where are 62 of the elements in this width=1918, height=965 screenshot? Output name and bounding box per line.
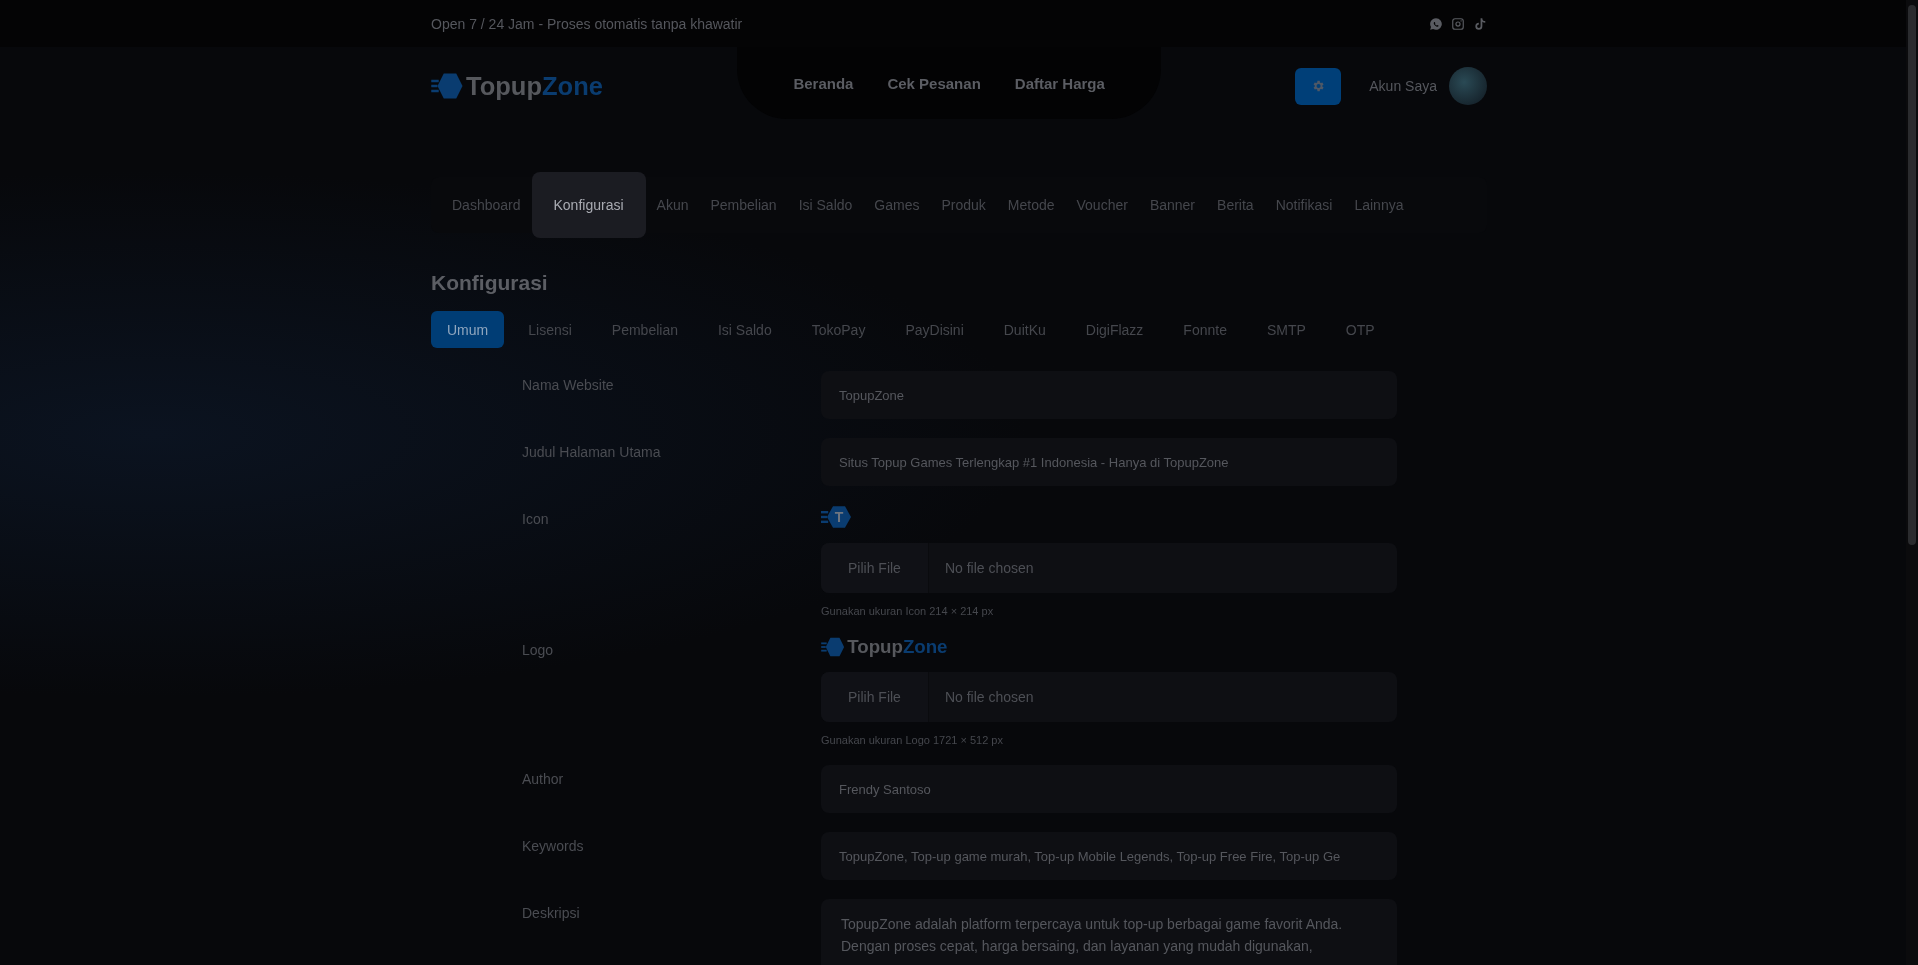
field-label: Deskripsi <box>522 904 581 923</box>
admin-nav-item[interactable]: Dashboard <box>441 197 532 213</box>
size-hint: Gunakan ukuran Logo 1721 × 512 px <box>821 734 1004 746</box>
settings-tab[interactable]: SMTP <box>1250 311 1322 348</box>
admin-nav-item[interactable]: Lainnya <box>1343 197 1415 213</box>
choose-file-button[interactable]: Pilih File <box>821 672 929 722</box>
size-hint: Gunakan ukuran Icon 214 × 214 px <box>821 605 995 617</box>
text-input[interactable]: Frendy Santoso <box>821 765 1397 813</box>
admin-nav-item[interactable]: Isi Saldo <box>787 197 864 213</box>
admin-nav-item[interactable]: Metode <box>996 197 1066 213</box>
topbar-text: Open 7 / 24 Jam - Proses otomatis tanpa khawatir <box>431 15 743 32</box>
file-input[interactable]: Pilih File No file chosen <box>821 543 1397 593</box>
admin-nav-item[interactable]: Notifikasi <box>1264 197 1344 213</box>
text-input[interactable]: TopupZone <box>821 371 1397 419</box>
admin-nav-item[interactable]: Banner <box>1138 197 1207 213</box>
field-label: Nama Website <box>522 376 615 395</box>
settings-tab[interactable]: Pembelian <box>595 311 694 348</box>
admin-nav-item[interactable]: Akun <box>645 197 700 213</box>
settings-tab[interactable]: Isi Saldo <box>702 311 788 348</box>
page-title: Konfigurasi <box>431 271 549 295</box>
file-input[interactable]: Pilih File No file chosen <box>821 672 1397 722</box>
admin-nav-item[interactable]: Produk <box>930 197 997 213</box>
settings-icon <box>1311 79 1326 93</box>
admin-nav-item[interactable]: Voucher <box>1065 197 1139 213</box>
icon-preview: T <box>821 505 853 529</box>
settings-tab[interactable]: Umum <box>431 311 505 348</box>
account-link[interactable]: Akun Saya <box>1369 78 1437 94</box>
nav-link[interactable]: Beranda <box>793 74 854 92</box>
field-label: Judul Halaman Utama <box>522 443 662 462</box>
brand-logo: TopupZone <box>466 71 603 101</box>
settings-button[interactable] <box>1295 67 1342 105</box>
field-label: Author <box>522 770 565 789</box>
admin-nav-item[interactable]: Games <box>863 197 931 213</box>
nav-link[interactable]: Daftar Harga <box>1014 74 1105 92</box>
settings-tab[interactable]: Lisensi <box>512 311 588 348</box>
settings-tab[interactable]: TokoPay <box>795 311 882 348</box>
avatar[interactable] <box>1449 67 1487 105</box>
field-label: Icon <box>522 510 550 529</box>
nav-link[interactable]: Cek Pesanan <box>887 74 981 92</box>
scrollbar-thumb[interactable] <box>1908 5 1916 545</box>
music-note-icon[interactable] <box>1473 16 1487 31</box>
camera-icon[interactable] <box>1451 16 1465 31</box>
textarea-field[interactable]: TopupZone adalah platform terpercaya untuk top-up berbagai game favorit Anda. Dengan proses cepat, harga bersaing, dan layanan yang mudah digunakan, <box>821 899 1397 965</box>
file-status: No file chosen <box>943 560 1034 576</box>
logo-mark-icon <box>431 71 464 101</box>
field-label: Keywords <box>522 837 585 856</box>
choose-file-button[interactable]: Pilih File <box>821 543 929 593</box>
chat-icon[interactable] <box>1429 16 1443 31</box>
admin-nav-item[interactable]: Berita <box>1206 197 1265 213</box>
admin-nav-item[interactable]: Konfigurasi <box>531 172 646 238</box>
admin-nav-item[interactable]: Pembelian <box>699 197 788 213</box>
logo-mark-icon <box>821 636 846 658</box>
settings-tab[interactable]: PayDisini <box>889 311 980 348</box>
settings-tab[interactable]: Fonnte <box>1167 311 1243 348</box>
settings-tab[interactable]: DuitKu <box>987 311 1062 348</box>
settings-tab[interactable]: DigiFlazz <box>1069 311 1160 348</box>
text-input[interactable]: TopupZone, Top-up game murah, Top-up Mobile Legends, Top-up Free Fire, Top-up Ge <box>821 832 1397 880</box>
logo-preview: TopupZone <box>847 636 948 658</box>
field-label: Logo <box>522 641 555 660</box>
text-input[interactable]: Situs Topup Games Terlengkap #1 Indonesia - Hanya di TopupZone <box>821 438 1397 486</box>
settings-tab[interactable]: OTP <box>1329 311 1391 348</box>
file-status: No file chosen <box>943 689 1034 705</box>
